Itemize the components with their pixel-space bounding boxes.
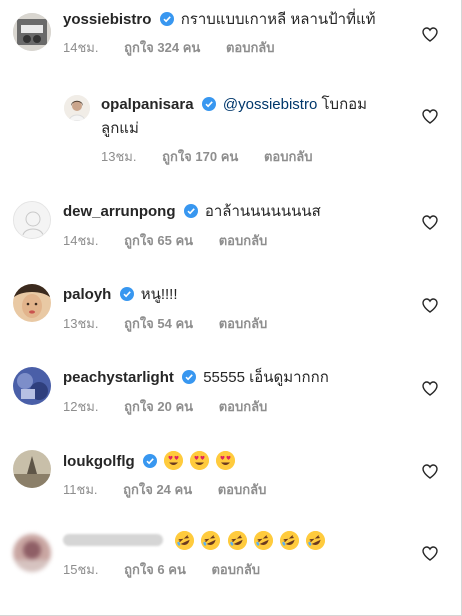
comment-item: 15ชม. ถูกใจ 6 คน ตอบกลับ	[0, 517, 462, 615]
comment-time: 11ชม.	[63, 482, 98, 497]
reply-button[interactable]: ตอบกลับ	[218, 482, 267, 497]
verified-badge-icon	[183, 204, 198, 218]
comment-line: opalpanisara @yossiebistro โบกอม	[101, 95, 367, 115]
heart-outline-icon[interactable]	[422, 381, 438, 396]
emoji-group	[175, 531, 328, 550]
heart-eyes-emoji	[190, 451, 210, 470]
comment-text: ลูกแม่	[101, 120, 139, 137]
username-link[interactable]: opalpanisara	[101, 96, 194, 113]
comment-text: อาล้านนนนนนนส	[204, 203, 321, 220]
comment-line	[63, 531, 328, 552]
comment-meta: 14ชม. ถูกใจ 65 คน ตอบกลับ	[63, 233, 289, 249]
comment-time: 12ชม.	[63, 399, 99, 414]
username-link[interactable]: paloyh	[63, 286, 111, 303]
reply-button[interactable]: ตอบกลับ	[219, 316, 268, 331]
likes-count[interactable]: ถูกใจ 54 คน	[124, 316, 193, 331]
likes-count[interactable]: ถูกใจ 24 คน	[123, 482, 192, 497]
comment-item: yossiebistro กราบแบบเกาหลี หลานป้าที่แท้…	[0, 0, 462, 75]
reply-button[interactable]: ตอบกลับ	[219, 399, 268, 414]
heart-outline-icon[interactable]	[422, 298, 438, 313]
username-link[interactable]: peachystarlight	[63, 369, 174, 386]
reply-button[interactable]: ตอบกลับ	[226, 40, 275, 55]
username-link-blurred[interactable]	[63, 534, 163, 546]
comment-line: peachystarlight 55555 เอ็นดูมากกก	[63, 368, 329, 388]
verified-badge-icon	[201, 97, 216, 111]
username-link[interactable]: loukgolflg	[63, 453, 135, 470]
comment-time: 13ชม.	[101, 149, 137, 164]
reply-comment-item: opalpanisara @yossiebistro โบกอม ลูกแม่ …	[0, 75, 462, 185]
likes-count[interactable]: ถูกใจ 65 คน	[124, 233, 193, 248]
avatar[interactable]	[64, 95, 90, 121]
rofl-emoji	[306, 531, 326, 550]
comment-item: loukgolflg 11ชม. ถูกใจ 24 คน ตอบกลับ	[0, 434, 462, 517]
avatar[interactable]	[13, 13, 51, 51]
comment-time: 14ชม.	[63, 233, 99, 248]
heart-eyes-emoji	[216, 451, 236, 470]
avatar[interactable]	[13, 367, 51, 405]
comment-line: dew_arrunpong อาล้านนนนนนนส	[63, 202, 321, 222]
rofl-emoji	[279, 531, 299, 550]
verified-badge-icon	[182, 370, 197, 384]
comment-meta: 15ชม. ถูกใจ 6 คน ตอบกลับ	[63, 562, 282, 578]
comment-time: 13ชม.	[63, 316, 99, 331]
rofl-emoji	[253, 531, 273, 550]
comment-item: paloyh หนู!!!! 13ชม. ถูกใจ 54 คน ตอบกลับ	[0, 268, 462, 351]
emoji-group	[164, 451, 238, 470]
heart-outline-icon[interactable]	[422, 546, 438, 561]
comment-line: yossiebistro กราบแบบเกาหลี หลานป้าที่แท้	[63, 10, 376, 30]
rofl-emoji	[175, 531, 195, 550]
comment-time: 14ชม.	[63, 40, 99, 55]
avatar[interactable]	[13, 201, 51, 239]
comment-item: dew_arrunpong อาล้านนนนนนนส 14ชม. ถูกใจ …	[0, 185, 462, 268]
comment-item: peachystarlight 55555 เอ็นดูมากกก 12ชม. …	[0, 351, 462, 434]
reply-button[interactable]: ตอบกลับ	[264, 149, 313, 164]
comment-text: โบกอม	[321, 96, 368, 113]
heart-eyes-emoji	[164, 451, 183, 470]
comment-text: กราบแบบเกาหลี หลานป้าที่แท้	[180, 11, 376, 28]
likes-count[interactable]: ถูกใจ 6 คน	[124, 562, 186, 577]
reply-button[interactable]: ตอบกลับ	[211, 562, 260, 577]
reply-button[interactable]: ตอบกลับ	[219, 233, 268, 248]
comment-time: 15ชม.	[63, 562, 99, 577]
rofl-emoji	[227, 531, 247, 550]
comment-line: loukgolflg	[63, 451, 238, 472]
username-link[interactable]: yossiebistro	[63, 11, 151, 28]
mention-link[interactable]: @yossiebistro	[223, 96, 317, 113]
comment-meta: 14ชม. ถูกใจ 324 คน ตอบกลับ	[63, 40, 297, 56]
verified-badge-icon	[142, 454, 157, 468]
heart-outline-icon[interactable]	[422, 464, 438, 479]
comment-meta: 13ชม. ถูกใจ 54 คน ตอบกลับ	[63, 316, 289, 332]
avatar[interactable]	[13, 284, 51, 322]
verified-badge-icon	[159, 12, 174, 26]
comment-text: 55555 เอ็นดูมากกก	[203, 369, 329, 386]
avatar[interactable]	[13, 534, 51, 572]
comment-meta: 12ชม. ถูกใจ 20 คน ตอบกลับ	[63, 399, 289, 415]
verified-badge-icon	[119, 287, 134, 301]
comment-meta: 11ชม. ถูกใจ 24 คน ตอบกลับ	[63, 482, 288, 498]
heart-outline-icon[interactable]	[422, 215, 438, 230]
avatar[interactable]	[13, 450, 51, 488]
likes-count[interactable]: ถูกใจ 170 คน	[162, 149, 238, 164]
comments-list: yossiebistro กราบแบบเกาหลี หลานป้าที่แท้…	[0, 0, 462, 616]
heart-outline-icon[interactable]	[422, 27, 438, 42]
heart-outline-icon[interactable]	[422, 109, 438, 124]
likes-count[interactable]: ถูกใจ 20 คน	[124, 399, 193, 414]
comment-text: หนู!!!!	[140, 286, 178, 303]
rofl-emoji	[201, 531, 221, 550]
comment-meta: 13ชม. ถูกใจ 170 คน ตอบกลับ	[101, 149, 335, 165]
username-link[interactable]: dew_arrunpong	[63, 203, 176, 220]
comment-line: paloyh หนู!!!!	[63, 285, 178, 305]
comment-text-continued: ลูกแม่	[101, 119, 139, 139]
likes-count[interactable]: ถูกใจ 324 คน	[124, 40, 200, 55]
